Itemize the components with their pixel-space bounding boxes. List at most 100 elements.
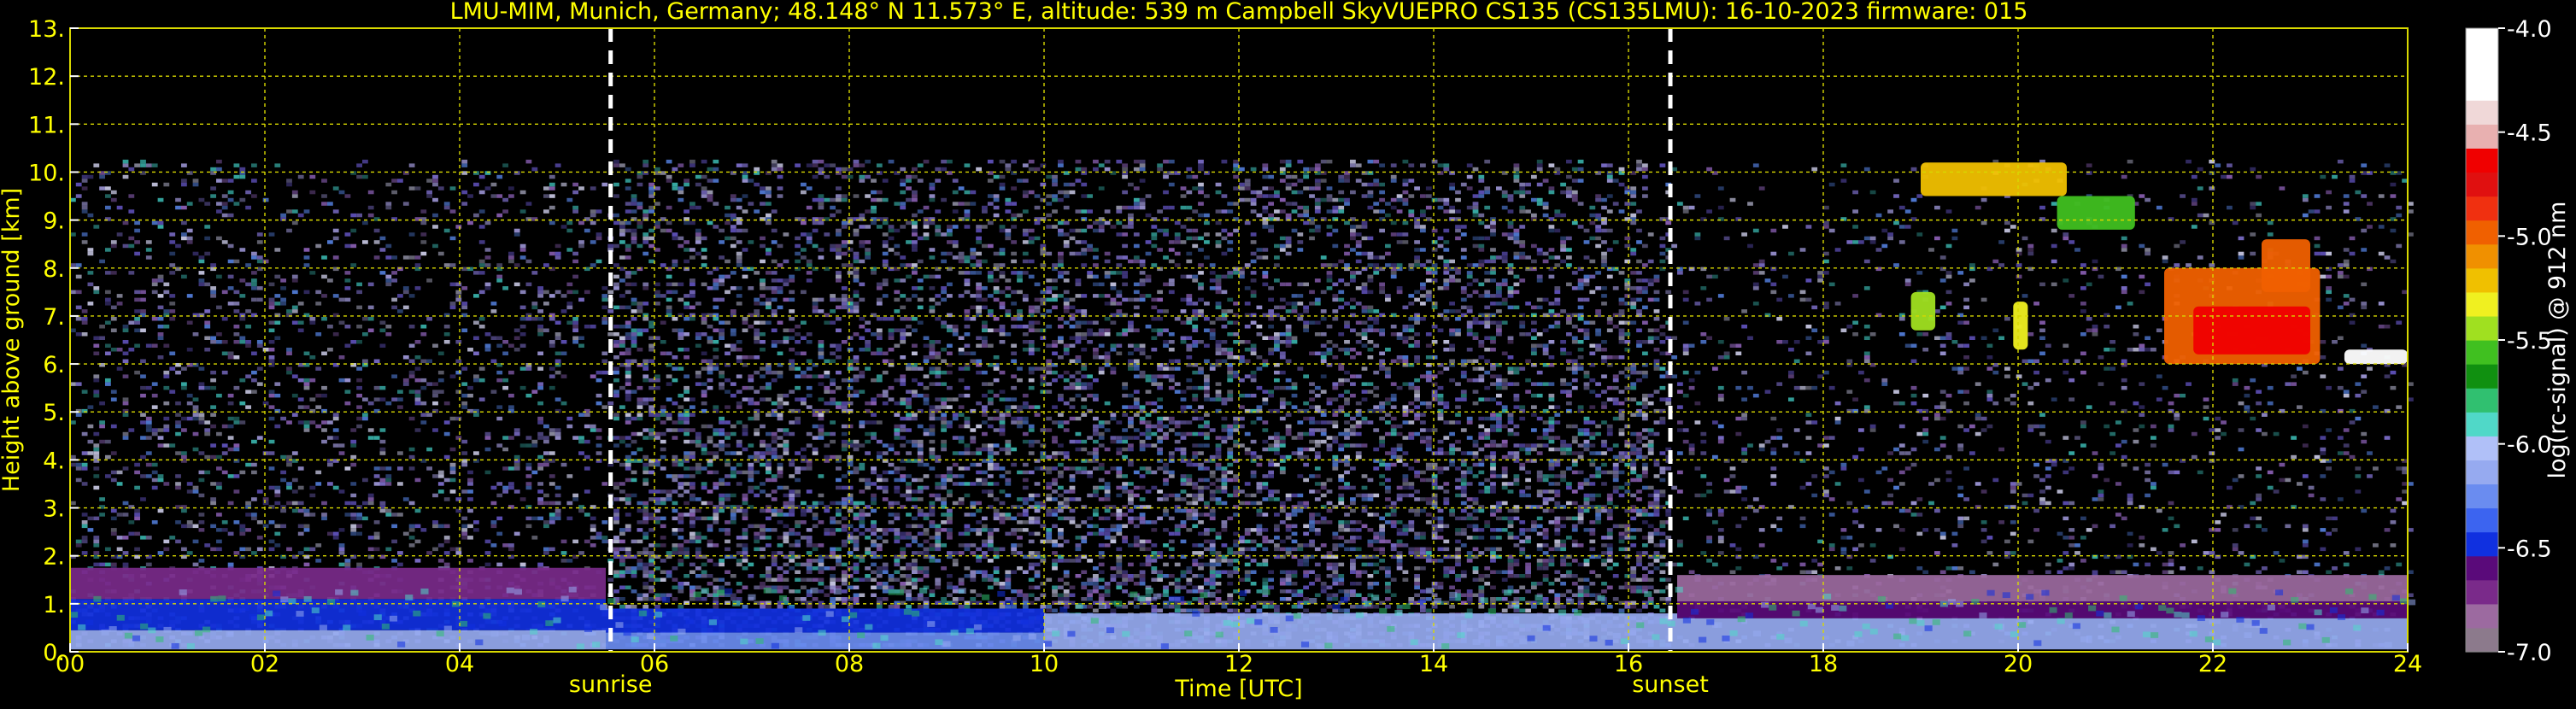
noise-cell [672,378,678,383]
noise-cell [841,220,848,226]
noise-cell [99,420,105,425]
noise-cell [882,243,889,249]
noise-cell [654,290,660,295]
noise-cell [549,343,555,348]
noise-cell [847,536,854,540]
noise-cell [525,317,532,321]
noise-cell [987,543,994,548]
noise-cell [227,436,234,440]
noise-cell [993,213,1000,218]
noise-cell [379,482,386,486]
noise-cell [385,182,392,187]
noise-cell [830,431,836,437]
noise-cell [455,547,462,552]
noise-cell [186,240,193,244]
noise-cell [882,451,889,455]
noise-cell [87,248,94,252]
noise-cell [157,508,164,513]
noise-cell [99,259,105,264]
noise-cell [766,466,772,471]
noise-cell [929,255,936,260]
noise-cell [391,255,397,260]
noise-cell [637,539,643,544]
noise-cell [912,194,918,198]
noise-cell [590,240,596,244]
noise-cell [777,443,783,448]
noise-cell [537,382,543,386]
noise-cell [397,294,403,298]
noise-cell [730,197,736,202]
noise-cell [748,489,754,494]
noise-cell [947,159,953,164]
noise-cell [841,401,848,406]
noise-cell [672,317,678,321]
noise-cell [830,297,836,302]
noise-cell [847,566,854,571]
noise-cell [777,585,783,589]
noise-cell [338,528,345,532]
noise-cell [192,332,199,337]
noise-cell [631,478,637,483]
noise-cell [707,524,713,529]
noise-cell [830,343,836,348]
noise-cell [643,232,649,237]
noise-cell [701,482,707,486]
noise-cell [882,485,889,490]
noise-cell [473,336,479,340]
noise-cell [684,431,689,437]
noise-cell [93,551,100,555]
noise-cell [795,340,801,344]
noise-cell [648,516,654,521]
noise-cell [824,320,830,325]
noise-cell [894,401,901,406]
noise-cell [993,317,1000,321]
noise-cell [525,443,532,448]
noise-cell [853,536,860,540]
noise-cell [730,343,736,348]
noise-cell [923,159,930,164]
noise-cell [70,290,76,295]
noise-cell [742,355,748,360]
noise-cell [578,220,584,226]
noise-cell [420,413,427,417]
noise-cell [291,305,298,310]
noise-cell [637,305,643,310]
noise-cell [286,547,292,552]
noise-cell [443,454,450,460]
noise-cell [666,351,672,355]
noise-cell [736,240,742,244]
noise-cell [689,536,695,540]
noise-cell [993,355,1000,360]
noise-cell [801,562,807,567]
noise-cell [993,393,1000,398]
noise-cell [654,378,660,383]
noise-cell [947,225,953,229]
noise-cell [695,343,701,348]
noise-cell [684,355,689,360]
noise-cell [964,163,971,167]
noise-cell [163,309,170,313]
noise-cell [256,259,263,264]
noise-cell [801,190,807,195]
noise-cell [947,520,953,524]
noise-cell [122,351,129,355]
noise-cell [631,236,637,241]
noise-cell [1005,232,1012,237]
noise-cell [344,232,351,237]
noise-cell [678,190,684,195]
noise-cell [350,501,357,506]
noise-cell [672,232,678,237]
noise-cell [719,562,725,567]
noise-cell [373,359,380,363]
noise-cell [713,451,719,455]
noise-cell [865,340,871,344]
noise-cell [830,528,836,532]
noise-cell [175,431,181,437]
noise-cell [789,359,795,363]
noise-cell [689,466,695,471]
noise-cell [806,528,813,532]
noise-cell [122,374,129,378]
noise-cell [297,302,304,306]
noise-cell [999,274,1006,279]
noise-cell [508,405,514,409]
